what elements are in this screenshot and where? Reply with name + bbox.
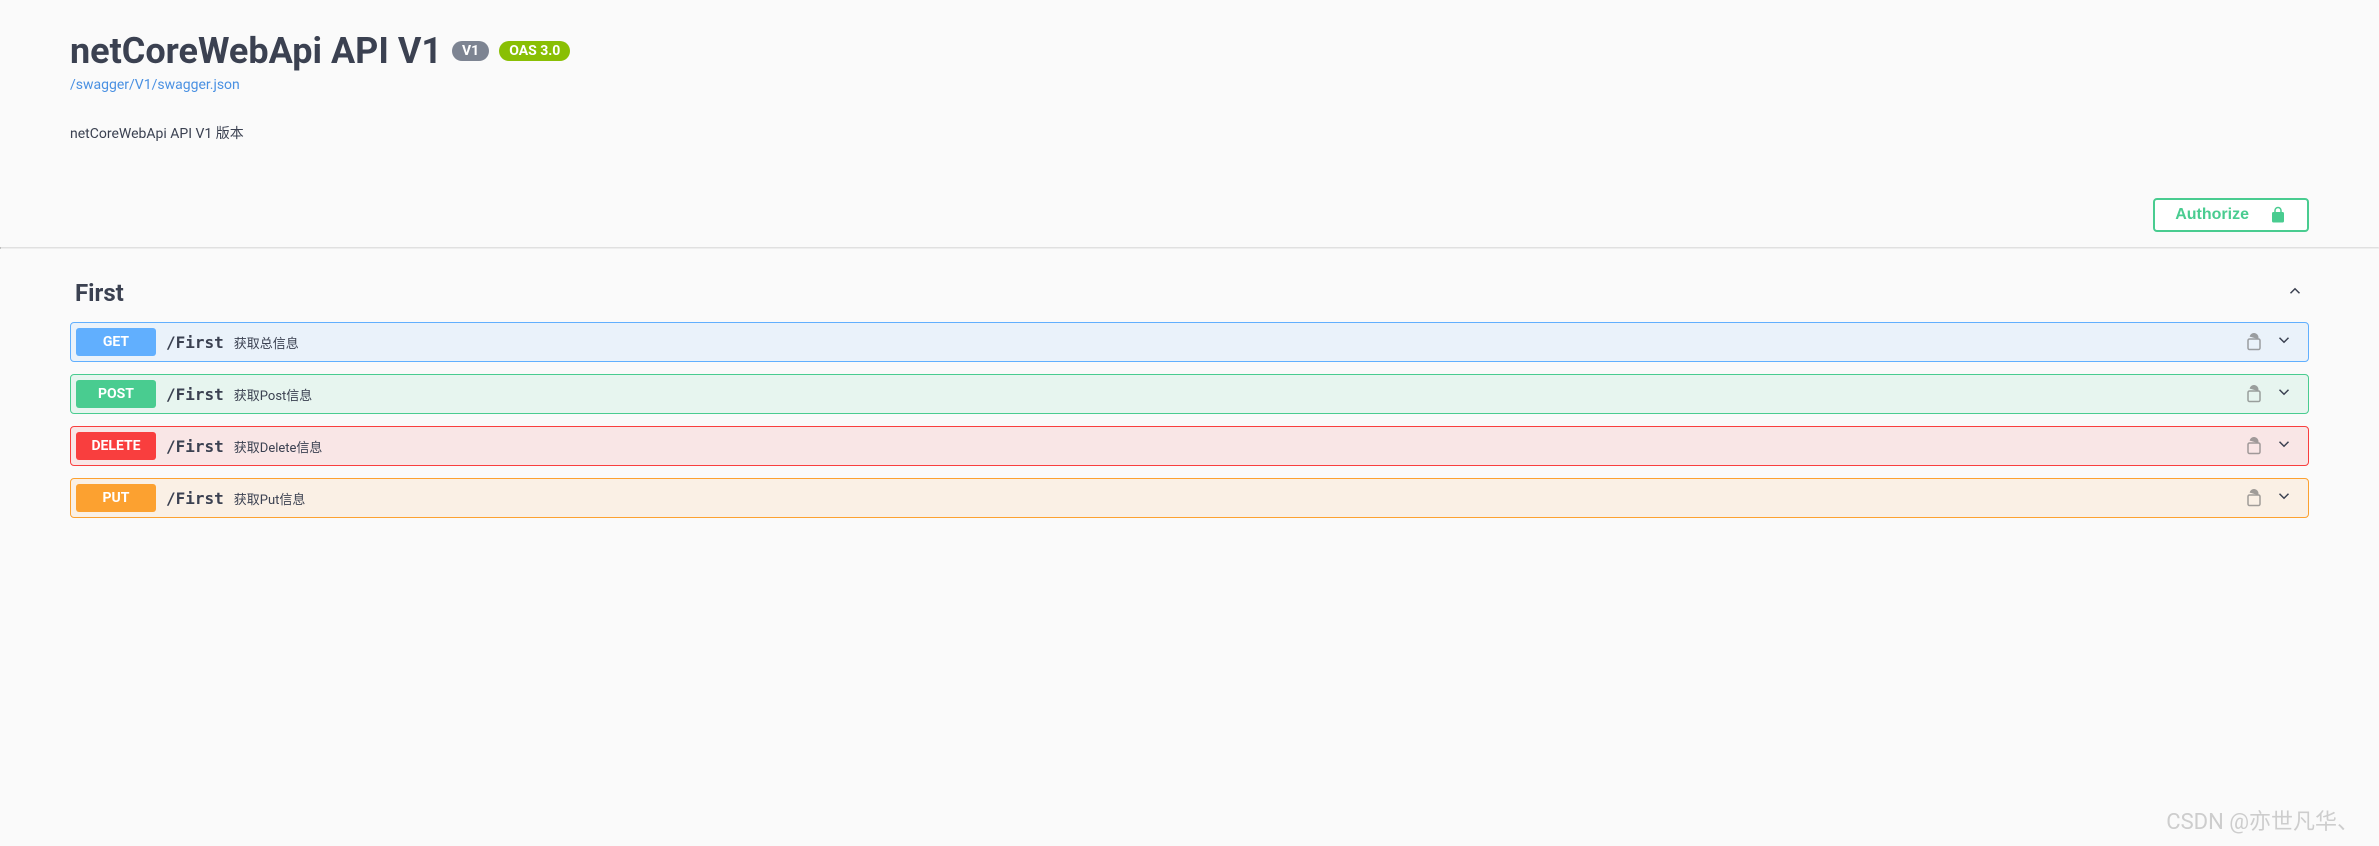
lock-icon [2269, 206, 2287, 224]
operation-description: 获取Delete信息 [234, 437, 323, 456]
authorize-button[interactable]: Authorize [2153, 198, 2309, 232]
tag-section: First GET/First 获取总信息 POST/First 获取Post信息 DE… [0, 249, 2379, 550]
operation-controls [2245, 383, 2303, 405]
operation-row-delete[interactable]: DELETE/First 获取Delete信息 [70, 426, 2309, 466]
operation-controls [2245, 435, 2303, 457]
unlock-icon [2245, 333, 2263, 351]
chevron-down-icon [2275, 331, 2293, 353]
operation-description: 获取总信息 [234, 333, 299, 352]
operation-path: /First [166, 437, 224, 456]
authorize-label: Authorize [2175, 206, 2249, 224]
operation-row-get[interactable]: GET/First 获取总信息 [70, 322, 2309, 362]
operation-summary: GET/First 获取总信息 [76, 328, 299, 356]
api-description: netCoreWebApi API V1 版本 [70, 123, 2309, 143]
title-row: netCoreWebApi API V1 V1 OAS 3.0 [70, 30, 2309, 72]
api-title: netCoreWebApi API V1 [70, 30, 442, 72]
chevron-down-icon [2275, 383, 2293, 405]
operations-list: GET/First 获取总信息 POST/First 获取Post信息 DELETE/F… [70, 322, 2309, 518]
tag-name: First [75, 279, 124, 307]
swagger-json-link[interactable]: /swagger/V1/swagger.json [70, 77, 240, 93]
operation-path: /First [166, 489, 224, 508]
tag-header[interactable]: First [70, 269, 2309, 322]
watermark: CSDN @亦世凡华、 [2166, 804, 2359, 836]
method-badge: GET [76, 328, 156, 356]
unlock-icon [2245, 437, 2263, 455]
unlock-icon [2245, 385, 2263, 403]
method-badge: POST [76, 380, 156, 408]
authorize-row: Authorize [0, 183, 2379, 247]
unlock-icon [2245, 489, 2263, 507]
operation-summary: PUT/First 获取Put信息 [76, 484, 305, 512]
method-badge: DELETE [76, 432, 156, 460]
operation-description: 获取Post信息 [234, 385, 313, 404]
chevron-up-icon [2286, 282, 2304, 304]
operation-path: /First [166, 333, 224, 352]
oas-badge: OAS 3.0 [499, 41, 570, 61]
api-header: netCoreWebApi API V1 V1 OAS 3.0 /swagger… [0, 0, 2379, 183]
chevron-down-icon [2275, 487, 2293, 509]
version-badge: V1 [452, 41, 489, 61]
operation-controls [2245, 487, 2303, 509]
operation-row-put[interactable]: PUT/First 获取Put信息 [70, 478, 2309, 518]
operation-row-post[interactable]: POST/First 获取Post信息 [70, 374, 2309, 414]
operation-description: 获取Put信息 [234, 489, 306, 508]
chevron-down-icon [2275, 435, 2293, 457]
operation-controls [2245, 331, 2303, 353]
operation-summary: POST/First 获取Post信息 [76, 380, 312, 408]
operation-path: /First [166, 385, 224, 404]
method-badge: PUT [76, 484, 156, 512]
operation-summary: DELETE/First 获取Delete信息 [76, 432, 322, 460]
